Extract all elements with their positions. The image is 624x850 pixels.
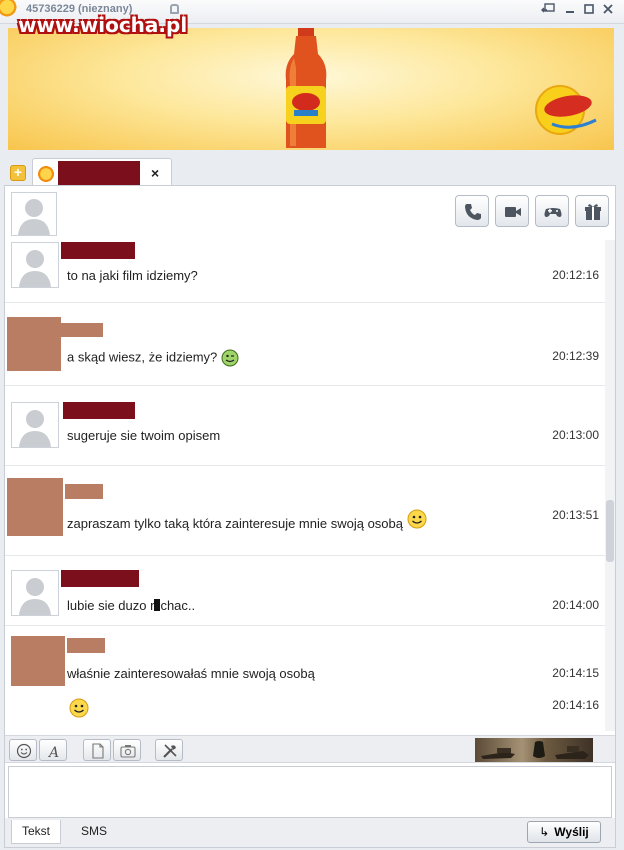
font-button[interactable]: A (39, 739, 67, 761)
message-time: 20:12:39 (552, 349, 599, 363)
contact-avatar[interactable] (11, 192, 57, 236)
tab-conversation[interactable]: × (32, 158, 172, 188)
smiley-icon (407, 509, 427, 529)
contact-avatar (11, 402, 59, 448)
gamepad-icon (544, 208, 562, 217)
message-text-content: a skąd wiesz, że idziemy? (67, 349, 218, 365)
message-row: lubie sie duzo r chac.. 20:14:00 (5, 556, 605, 626)
phone-icon (465, 204, 481, 220)
advertisement-banner[interactable] (8, 28, 614, 150)
message-time: 20:14:00 (552, 598, 599, 612)
chat-scrollbar[interactable] (605, 240, 615, 731)
tab-text-mode[interactable]: Tekst (11, 820, 62, 844)
photo-icon (120, 745, 136, 758)
message-row: a skąd wiesz, że idziemy? 20:12:39 (5, 303, 605, 386)
message-text: sugeruje sie twoim opisem (67, 428, 221, 443)
gift-icon (585, 204, 601, 220)
chat-window: to na jaki film idziemy? 20:12:16 a skąd… (4, 185, 616, 848)
gift-button[interactable] (575, 195, 609, 227)
redacted-sender-name (67, 638, 105, 653)
message-text-start: lubie sie duzo r (67, 598, 155, 613)
tools-button[interactable] (155, 739, 183, 761)
message-history[interactable]: to na jaki film idziemy? 20:12:16 a skąd… (5, 240, 605, 731)
redacted-avatar (7, 478, 63, 536)
lipton-logo (535, 85, 597, 135)
redacted-avatar (11, 636, 65, 686)
send-button[interactable]: ↳ Wyślij (527, 821, 601, 843)
games-button[interactable] (535, 195, 569, 227)
message-text-content: zapraszam tylko taką która zainteresuje … (67, 516, 403, 531)
send-file-button[interactable] (83, 739, 111, 761)
scrollbar-thumb[interactable] (606, 500, 614, 562)
redacted-sender-name (63, 402, 135, 419)
message-row: to na jaki film idziemy? 20:12:16 (5, 240, 605, 303)
message-time: 20:14:15 (552, 666, 599, 680)
video-call-button[interactable] (495, 195, 529, 227)
message-row: właśnie zainteresowałaś mnie swoją osobą… (5, 626, 605, 731)
close-window-icon[interactable] (600, 3, 616, 19)
tab-sms-mode[interactable]: SMS (71, 820, 117, 844)
status-sun-icon (37, 165, 55, 183)
message-text-end: chac.. (160, 598, 196, 613)
message-time: 20:14:16 (552, 698, 599, 712)
watermark: www.wiocha.pl (18, 13, 188, 37)
composer-toolbar: A (5, 735, 615, 763)
redacted-sender-name (61, 323, 103, 337)
wink-smiley-icon (221, 349, 239, 367)
redacted-avatar (7, 317, 61, 371)
message-time: 20:12:16 (552, 268, 599, 282)
message-text: to na jaki film idziemy? (67, 268, 198, 283)
video-camera-icon (505, 207, 521, 217)
svg-text:A: A (47, 745, 59, 759)
enter-arrow-icon: ↳ (539, 825, 550, 839)
file-icon (92, 743, 104, 759)
minimize-icon[interactable] (562, 3, 578, 19)
tools-icon (163, 744, 177, 758)
redacted-contact-name (58, 161, 140, 187)
message-text: lubie sie duzo r chac.. (67, 598, 195, 613)
redacted-sender-name (61, 242, 135, 259)
close-tab-button[interactable]: × (151, 165, 159, 181)
send-label: Wyślij (554, 825, 589, 839)
add-tab-button[interactable]: + (10, 165, 26, 181)
font-icon: A (47, 745, 59, 759)
contact-avatar (11, 242, 59, 288)
voice-call-button[interactable] (455, 195, 489, 227)
redacted-sender-name (65, 484, 103, 499)
contact-avatar (11, 570, 59, 616)
message-row: zapraszam tylko taką która zainteresuje … (5, 466, 605, 556)
gadu-gadu-logo-icon (0, 0, 18, 18)
message-mode-bar: Tekst SMS ↳ Wyślij (5, 818, 615, 847)
iced-tea-bottle-image (285, 28, 327, 148)
restore-icon[interactable] (540, 3, 556, 19)
message-text: właśnie zainteresowałaś mnie swoją osobą (67, 666, 315, 681)
message-row: sugeruje sie twoim opisem 20:13:00 (5, 386, 605, 466)
message-text: a skąd wiesz, że idziemy? (67, 349, 239, 367)
message-time: 20:13:00 (552, 428, 599, 442)
redacted-sender-name (61, 570, 139, 587)
smiley-icon (69, 698, 89, 718)
maximize-icon[interactable] (581, 3, 597, 19)
emoticon-icon (16, 743, 32, 759)
conversation-tabs: + × (0, 156, 624, 188)
message-input[interactable] (8, 766, 612, 818)
message-time: 20:13:51 (552, 508, 599, 522)
emoticon-button[interactable] (9, 739, 37, 761)
send-photo-button[interactable] (113, 739, 141, 761)
message-text: zapraszam tylko taką która zainteresuje … (67, 509, 427, 531)
game-advertisement-banner[interactable] (475, 738, 593, 762)
